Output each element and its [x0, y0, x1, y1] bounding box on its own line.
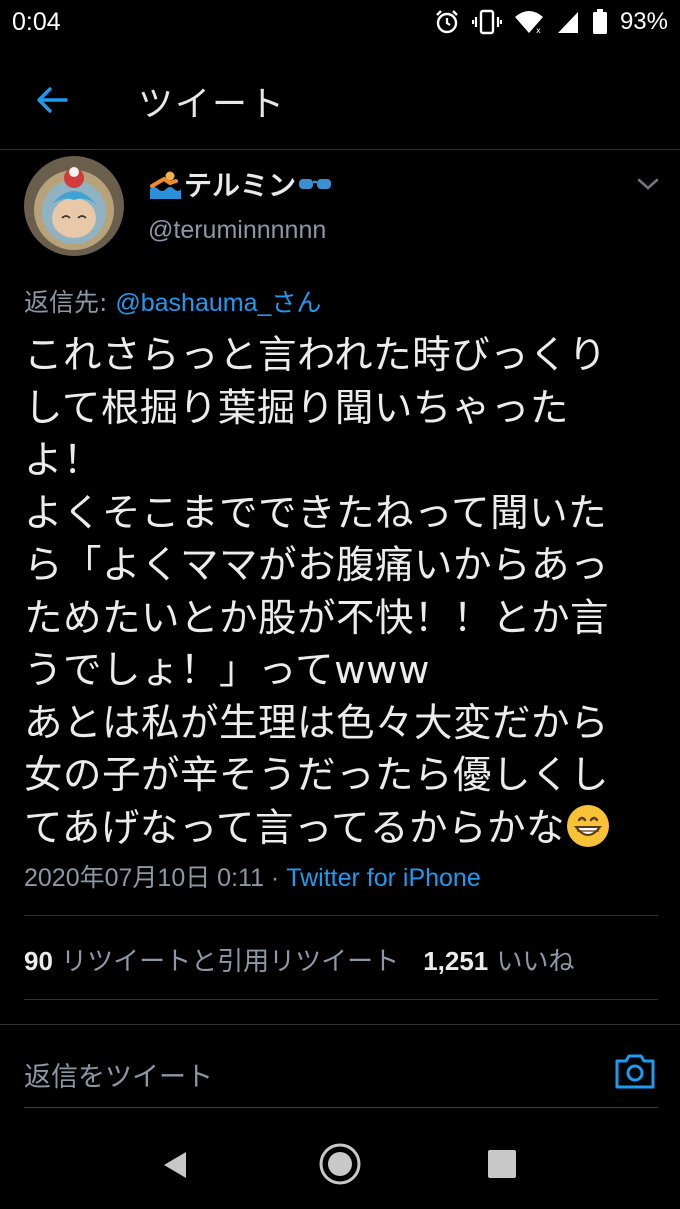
reply-input-underline [24, 1107, 658, 1108]
svg-text:x: x [536, 26, 541, 35]
likes-label: いいね [488, 947, 575, 977]
tweet-timestamp[interactable]: 2020年07月10日 0:11 [24, 864, 264, 892]
signal-icon [557, 12, 578, 33]
grinning-face-emoji-icon [567, 804, 609, 847]
battery-icon [592, 9, 607, 34]
vibrate-icon [471, 9, 502, 35]
display-name: テルミン [184, 169, 297, 202]
retweets-label: リツイートと引用リツイート [52, 947, 400, 977]
engagement-stats: 90 リツイートと引用リツイート 1,251 いいね [24, 941, 575, 978]
divider [24, 999, 658, 1000]
page-title: ツイート [138, 85, 287, 125]
system-navigation-bar [0, 1120, 680, 1209]
likes-count: 1,251 [423, 946, 489, 976]
nav-back-button[interactable] [160, 1150, 190, 1184]
reply-input[interactable]: 返信をツイート [24, 1055, 213, 1094]
top-app-bar: ツイート [0, 48, 680, 150]
tweet-source-link[interactable]: Twitter for iPhone [286, 864, 481, 892]
tweet-text: これさらっと言われた時びっくり して根掘り葉掘り聞いちゃった よ！ よくそこまで… [24, 330, 664, 855]
chevron-down-icon [637, 178, 659, 190]
back-button[interactable] [30, 78, 74, 122]
author-line[interactable]: テルミン [148, 164, 332, 204]
arrow-left-icon [37, 87, 68, 113]
sunglasses-emoji-icon [299, 179, 332, 189]
wifi-icon: x [514, 11, 543, 35]
tweet-text-content: これさらっと言われた時びっくり して根掘り葉掘り聞いちゃった よ！ よくそこまで… [24, 333, 610, 851]
reply-prefix: 返信先: [24, 288, 116, 317]
username[interactable]: @teruminnnnnn [148, 216, 326, 245]
camera-button[interactable] [613, 1051, 657, 1091]
nav-recent-apps-button[interactable] [488, 1150, 516, 1178]
likes-stat[interactable]: 1,251 いいね [423, 941, 574, 978]
divider [24, 915, 658, 916]
avatar[interactable] [24, 156, 124, 256]
status-bar: 0:04 x 93% [0, 0, 680, 48]
camera-icon [615, 1054, 655, 1089]
circle-home-icon [319, 1143, 361, 1185]
retweets-stat[interactable]: 90 リツイートと引用リツイート [24, 941, 399, 978]
reply-context: 返信先: @bashauma_さん [24, 283, 321, 319]
retweets-count: 90 [24, 946, 53, 976]
swimmer-emoji-icon [150, 171, 181, 199]
reply-to-mention-link[interactable]: @bashauma_さん [115, 289, 321, 317]
nav-home-button[interactable] [318, 1142, 362, 1190]
reply-composer: 返信をツイート [0, 1024, 680, 1108]
status-icons: x 93% [434, 8, 668, 36]
tweet-metadata: 2020年07月10日 0:11 · Twitter for iPhone [24, 858, 481, 894]
alarm-icon [436, 10, 458, 34]
status-time: 0:04 [12, 8, 61, 36]
more-options-button[interactable] [634, 172, 662, 196]
triangle-back-icon [164, 1152, 186, 1178]
battery-percent: 93% [619, 8, 668, 35]
meta-separator: · [263, 864, 287, 892]
